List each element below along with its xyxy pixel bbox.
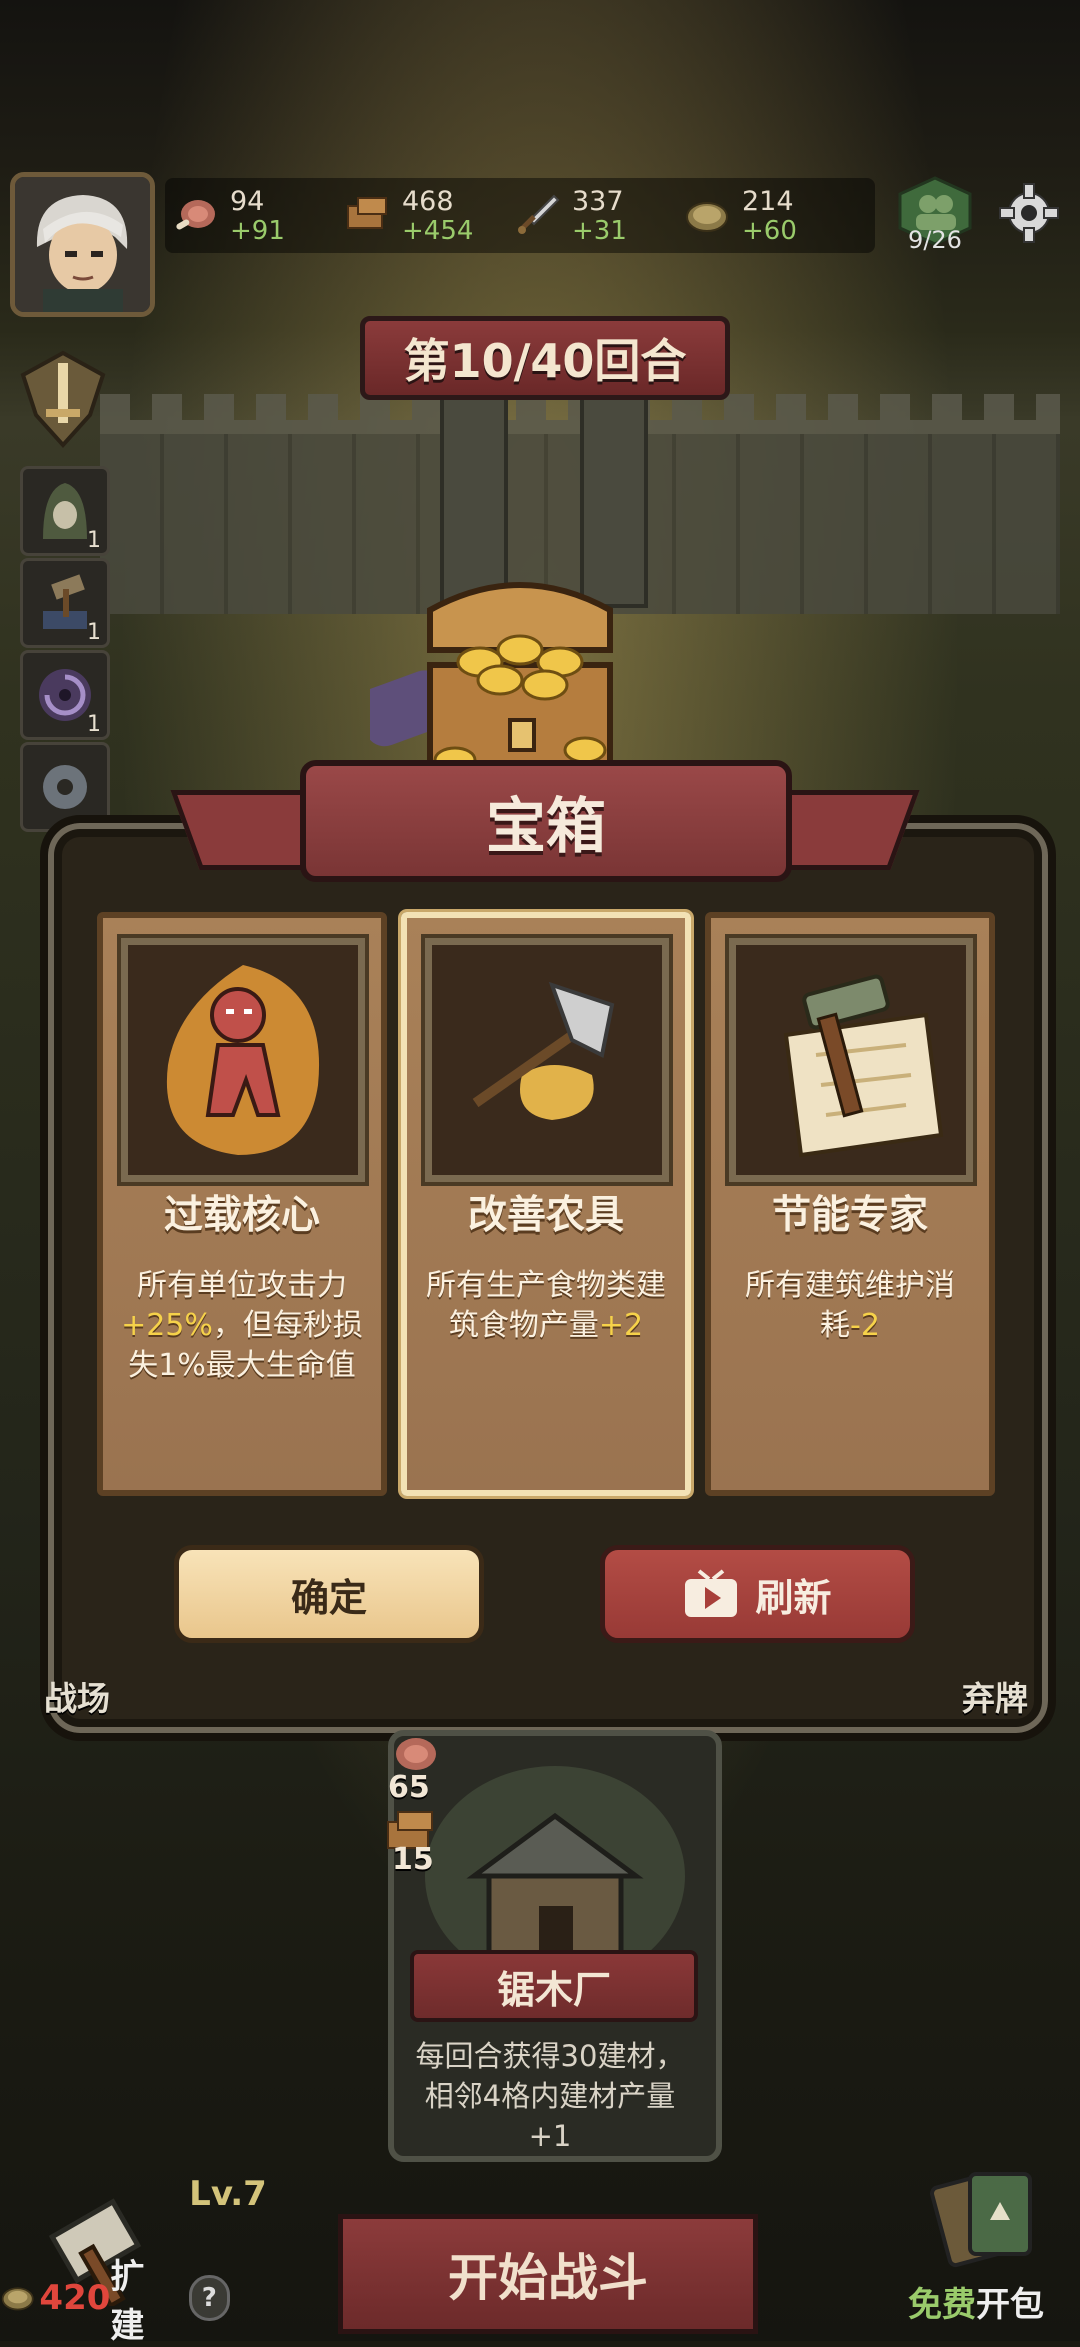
side-item-1[interactable]: 1 [20, 466, 110, 556]
population-count: 9/26 [908, 226, 962, 254]
sawmill-icon [425, 1766, 685, 1976]
refresh-button[interactable]: 刷新 [600, 1545, 915, 1643]
expand-label: 扩建 [110, 2257, 145, 2346]
resource-delta: +60 [742, 216, 797, 246]
start-battle-button[interactable]: 开始战斗 [338, 2214, 758, 2334]
refresh-label: 刷新 [755, 1575, 832, 1620]
round-counter-banner: 第10/40回合 [360, 316, 730, 400]
side-item-2[interactable]: 1 [20, 558, 110, 648]
free-pack-button[interactable]: 免费 开包 [908, 2268, 1080, 2334]
resource-delta: +91 [230, 216, 285, 246]
resource-delta: +454 [402, 216, 474, 246]
meat-icon [172, 192, 218, 238]
item-count: 1 [87, 620, 101, 645]
resource-delta: +31 [572, 216, 627, 246]
video-ad-icon [685, 1569, 738, 1617]
wood-cost: 15 [392, 1842, 434, 1877]
item-count: 1 [87, 712, 101, 737]
battlefield-label[interactable]: 战场 [44, 1672, 110, 1720]
sword-icon [514, 192, 560, 238]
option-desc: 所有建筑维护消耗-2 [745, 1268, 955, 1343]
resource-food: 94 +91 [172, 182, 312, 252]
level-indicator: Lv.7 [189, 2174, 267, 2214]
resource-wood: 468 +454 [344, 182, 494, 252]
confirm-button[interactable]: 确定 [174, 1545, 484, 1643]
card-pack-icon[interactable] [930, 2160, 1050, 2270]
discard-label[interactable]: 弃牌 [962, 1672, 1028, 1720]
option-name: 过载核心 [163, 1193, 320, 1238]
player-avatar[interactable] [10, 172, 155, 317]
expand-button[interactable]: 420 扩建 ? [0, 2257, 230, 2346]
blueprint-hammer-icon [783, 974, 944, 1158]
dialog-title: 宝箱 [300, 760, 792, 882]
coin-icon [1, 2287, 34, 2311]
resource-value: 94 [230, 186, 265, 217]
expand-cost: 420 [39, 2278, 111, 2318]
free-label: 免费 [908, 2284, 976, 2325]
sword-emblem-icon[interactable] [8, 345, 118, 455]
card-art-frame [421, 934, 673, 1186]
option-desc: 所有生产食物类建筑食物产量+2 [426, 1268, 666, 1343]
side-item-3[interactable]: 1 [20, 650, 110, 740]
card-art-frame [725, 934, 977, 1186]
resource-gold: 214 +60 [684, 182, 834, 252]
option-name: 节能专家 [771, 1193, 928, 1238]
resource-value: 214 [742, 186, 794, 217]
building-desc: 每回合获得30建材，相邻4格内建材产量+1 [415, 2039, 685, 2153]
option-name: 改善农具 [467, 1193, 624, 1238]
settings-gear-icon[interactable] [996, 180, 1062, 246]
pack-label: 开包 [976, 2284, 1044, 2325]
population-button[interactable]: 9/26 [890, 176, 980, 266]
option-card-3[interactable]: 节能专家 所有建筑维护消耗-2 [705, 912, 995, 1496]
option-card-2[interactable]: 改善农具 所有生产食物类建筑食物产量+2 [401, 912, 691, 1496]
help-button[interactable]: ? [188, 2275, 230, 2321]
option-desc: 所有单位攻击力+25%，但每秒损失1%最大生命值 [121, 1268, 363, 1383]
treasure-chest-icon [357, 570, 670, 780]
coin-icon [684, 192, 730, 238]
resource-value: 337 [572, 186, 624, 217]
hoe-tool-icon [472, 981, 615, 1120]
option-card-1[interactable]: 过载核心 所有单位攻击力+25%，但每秒损失1%最大生命值 [97, 912, 387, 1496]
food-cost: 65 [388, 1770, 430, 1805]
building-name: 锯木厂 [410, 1950, 698, 2022]
item-count: 1 [87, 528, 101, 553]
resource-value: 468 [402, 186, 454, 217]
card-art-frame [117, 934, 369, 1186]
resource-attack: 337 +31 [514, 182, 664, 252]
burning-figure-icon [166, 965, 320, 1155]
wood-icon [344, 192, 390, 238]
